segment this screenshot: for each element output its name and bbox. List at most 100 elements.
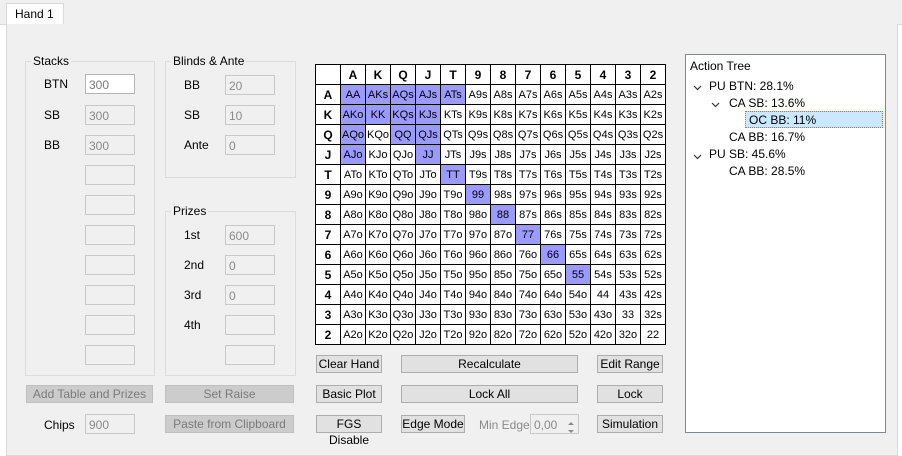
hand-cell[interactable]: KK bbox=[365, 104, 391, 125]
hand-cell[interactable]: ATs bbox=[440, 84, 466, 105]
hand-cell[interactable]: QQ bbox=[390, 124, 416, 145]
hand-cell[interactable]: 44 bbox=[590, 284, 616, 305]
prize-input-1st[interactable]: 600 bbox=[225, 225, 275, 245]
hand-cell[interactable]: A8s bbox=[490, 84, 516, 105]
hand-cell[interactable]: 94o bbox=[465, 284, 491, 305]
basic-plot-button[interactable]: Basic Plot bbox=[316, 385, 382, 403]
hand-cell[interactable]: K8s bbox=[490, 104, 516, 125]
hand-cell[interactable]: 32s bbox=[640, 304, 666, 325]
hand-cell[interactable]: 82o bbox=[490, 324, 516, 345]
hand-cell[interactable]: A6o bbox=[340, 244, 366, 265]
hand-cell[interactable]: 92s bbox=[640, 184, 666, 205]
hand-cell[interactable]: 75o bbox=[515, 264, 541, 285]
hand-cell[interactable]: Q7o bbox=[390, 224, 416, 245]
blind-input-bb[interactable]: 20 bbox=[225, 75, 275, 95]
hand-cell[interactable]: 33 bbox=[615, 304, 641, 325]
expand-chevron-icon[interactable] bbox=[693, 81, 702, 91]
hand-cell[interactable]: J5s bbox=[565, 144, 591, 165]
hand-cell[interactable]: 93o bbox=[465, 304, 491, 325]
hand-cell[interactable]: K2s bbox=[640, 104, 666, 125]
add-table-prizes-button[interactable]: Add Table and Prizes bbox=[26, 385, 153, 403]
hand-cell[interactable]: A6s bbox=[540, 84, 566, 105]
hand-cell[interactable]: J6o bbox=[415, 244, 441, 265]
hand-cell[interactable]: 87o bbox=[490, 224, 516, 245]
hand-cell[interactable]: 95o bbox=[465, 264, 491, 285]
hand-cell[interactable]: Q5o bbox=[390, 264, 416, 285]
fgs-disable-button[interactable]: FGS Disable bbox=[316, 415, 382, 447]
hand-cell[interactable]: JJ bbox=[415, 144, 441, 165]
hand-cell[interactable]: J2s bbox=[640, 144, 666, 165]
prize-input-3rd[interactable]: 0 bbox=[225, 285, 275, 305]
hand-cell[interactable]: J6s bbox=[540, 144, 566, 165]
hand-cell[interactable]: Q6o bbox=[390, 244, 416, 265]
hand-cell[interactable]: 74s bbox=[590, 224, 616, 245]
hand-cell[interactable]: AJo bbox=[340, 144, 366, 165]
hand-cell[interactable]: 22 bbox=[640, 324, 666, 345]
stack-input-btn[interactable]: 300 bbox=[85, 74, 135, 94]
hand-cell[interactable]: Q5s bbox=[565, 124, 591, 145]
hand-cell[interactable]: T7o bbox=[440, 224, 466, 245]
hand-cell[interactable]: T9o bbox=[440, 184, 466, 205]
hand-cell[interactable]: A9s bbox=[465, 84, 491, 105]
hand-cell[interactable]: AA bbox=[340, 84, 366, 105]
hand-cell[interactable]: T5s bbox=[565, 164, 591, 185]
hand-cell[interactable]: KJs bbox=[415, 104, 441, 125]
hand-cell[interactable]: J4o bbox=[415, 284, 441, 305]
stack-input-empty[interactable] bbox=[85, 165, 135, 185]
hand-cell[interactable]: K8o bbox=[365, 204, 391, 225]
stack-input-empty[interactable] bbox=[85, 285, 135, 305]
hand-cell[interactable]: 72s bbox=[640, 224, 666, 245]
hand-cell[interactable]: 52s bbox=[640, 264, 666, 285]
hand-cell[interactable]: 76s bbox=[540, 224, 566, 245]
hand-cell[interactable]: A3s bbox=[615, 84, 641, 105]
hand-cell[interactable]: 73s bbox=[615, 224, 641, 245]
hand-cell[interactable]: J9o bbox=[415, 184, 441, 205]
hand-cell[interactable]: Q3o bbox=[390, 304, 416, 325]
hand-cell[interactable]: 43o bbox=[590, 304, 616, 325]
hand-cell[interactable]: 64s bbox=[590, 244, 616, 265]
hand-cell[interactable]: K4o bbox=[365, 284, 391, 305]
hand-cell[interactable]: T2s bbox=[640, 164, 666, 185]
hand-cell[interactable]: 66 bbox=[540, 244, 566, 265]
hand-cell[interactable]: TT bbox=[440, 164, 466, 185]
hand-cell[interactable]: AQo bbox=[340, 124, 366, 145]
hand-cell[interactable]: 83o bbox=[490, 304, 516, 325]
hand-cell[interactable]: 97o bbox=[465, 224, 491, 245]
hand-cell[interactable]: 94s bbox=[590, 184, 616, 205]
tree-node-pu-btn[interactable]: PU BTN: 28.1% bbox=[709, 78, 794, 95]
hand-cell[interactable]: K6o bbox=[365, 244, 391, 265]
hand-cell[interactable]: 96s bbox=[540, 184, 566, 205]
hand-cell[interactable]: J7s bbox=[515, 144, 541, 165]
hand-cell[interactable]: 55 bbox=[565, 264, 591, 285]
hand-cell[interactable]: Q7s bbox=[515, 124, 541, 145]
hand-cell[interactable]: 96o bbox=[465, 244, 491, 265]
hand-cell[interactable]: J2o bbox=[415, 324, 441, 345]
hand-cell[interactable]: 65s bbox=[565, 244, 591, 265]
hand-cell[interactable]: 62s bbox=[640, 244, 666, 265]
hand-cell[interactable]: 92o bbox=[465, 324, 491, 345]
stack-input-sb[interactable]: 300 bbox=[85, 105, 135, 125]
hand-cell[interactable]: J7o bbox=[415, 224, 441, 245]
hand-cell[interactable]: 85s bbox=[565, 204, 591, 225]
hand-cell[interactable]: 87s bbox=[515, 204, 541, 225]
hand-cell[interactable]: A7o bbox=[340, 224, 366, 245]
hand-cell[interactable]: 73o bbox=[515, 304, 541, 325]
hand-cell[interactable]: A7s bbox=[515, 84, 541, 105]
hand-cell[interactable]: 63s bbox=[615, 244, 641, 265]
stack-input-empty[interactable] bbox=[85, 255, 135, 275]
hand-cell[interactable]: J5o bbox=[415, 264, 441, 285]
hand-cell[interactable]: 84o bbox=[490, 284, 516, 305]
hand-cell[interactable]: 42o bbox=[590, 324, 616, 345]
edge-mode-button[interactable]: Edge Mode bbox=[401, 415, 465, 433]
tab-hand-1[interactable]: Hand 1 bbox=[6, 3, 64, 25]
hand-cell[interactable]: J9s bbox=[465, 144, 491, 165]
hand-cell[interactable]: K2o bbox=[365, 324, 391, 345]
hand-cell[interactable]: 54o bbox=[565, 284, 591, 305]
hand-cell[interactable]: KTs bbox=[440, 104, 466, 125]
edit-range-button[interactable]: Edit Range bbox=[597, 355, 663, 373]
hand-cell[interactable]: Q8s bbox=[490, 124, 516, 145]
lock-button[interactable]: Lock bbox=[597, 385, 663, 403]
hand-cell[interactable]: KJo bbox=[365, 144, 391, 165]
stack-input-empty[interactable] bbox=[85, 225, 135, 245]
recalculate-button[interactable]: Recalculate bbox=[401, 355, 578, 373]
